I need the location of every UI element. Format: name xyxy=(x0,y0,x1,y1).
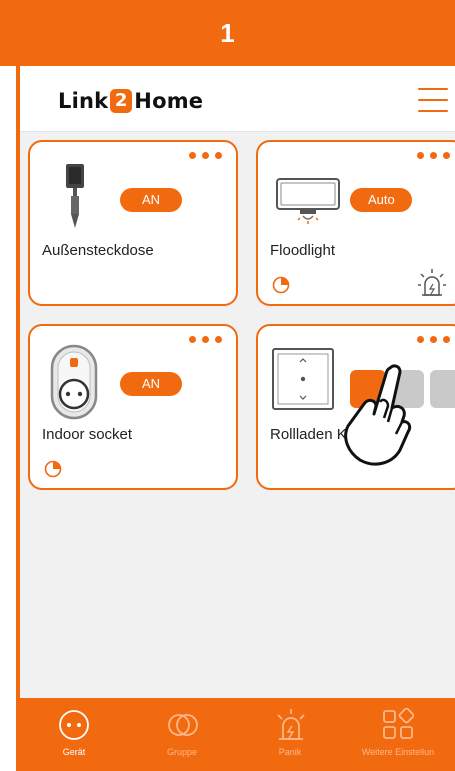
more-options-icon[interactable] xyxy=(417,336,450,343)
device-card-indoor-socket[interactable]: AN Indoor socket xyxy=(28,324,238,490)
logo-text-home: Home xyxy=(134,89,204,113)
indoor-socket-icon xyxy=(50,344,98,420)
tab-panik[interactable]: Panik xyxy=(236,698,344,771)
timer-icon[interactable] xyxy=(44,460,62,478)
more-options-icon[interactable] xyxy=(189,336,222,343)
device-card-floodlight[interactable]: Auto Floodlight xyxy=(256,140,455,306)
outdoor-socket-icon xyxy=(66,164,84,228)
device-name: Außensteckdose xyxy=(42,242,154,259)
timer-icon[interactable] xyxy=(272,276,290,294)
app-header: Link 2 Home xyxy=(20,66,455,132)
device-status-badge[interactable]: AN xyxy=(120,188,182,212)
tab-geraet[interactable]: Gerät xyxy=(20,698,128,771)
hamburger-menu-icon[interactable] xyxy=(418,88,448,112)
shutter-switch-icon xyxy=(272,348,334,410)
device-socket-icon xyxy=(59,710,89,740)
panic-siren-icon xyxy=(277,709,305,740)
logo-text-link: Link xyxy=(58,89,109,113)
app-logo: Link 2 Home xyxy=(58,86,203,116)
device-status-badge[interactable]: AN xyxy=(120,372,182,396)
alarm-siren-icon xyxy=(418,269,446,296)
tab-label: Gruppe xyxy=(166,747,198,757)
tab-label: Panik xyxy=(278,747,302,757)
tab-label: Gerät xyxy=(62,747,86,757)
logo-badge: 2 xyxy=(110,89,133,113)
tap-hand-icon xyxy=(344,364,412,466)
step-number: 1 xyxy=(220,17,235,48)
more-options-icon[interactable] xyxy=(417,152,450,159)
shutter-down-button[interactable] xyxy=(430,370,455,408)
step-banner: 1 xyxy=(0,0,455,66)
device-name: Floodlight xyxy=(270,242,336,259)
tab-label: Weitere Einstellun xyxy=(361,747,435,757)
settings-grid-icon xyxy=(383,708,414,739)
group-rings-icon xyxy=(168,714,198,736)
floodlight-icon xyxy=(276,178,340,224)
device-card-outdoor-socket[interactable]: AN Außensteckdose xyxy=(28,140,238,306)
more-options-icon[interactable] xyxy=(189,152,222,159)
tab-weitere-einstellungen[interactable]: Weitere Einstellun xyxy=(344,698,452,771)
tab-gruppe[interactable]: Gruppe xyxy=(128,698,236,771)
device-status-badge[interactable]: Auto xyxy=(350,188,412,212)
bottom-tab-bar: Gerät Gruppe Panik Weitere Einstellun xyxy=(20,698,455,771)
device-name: Indoor socket xyxy=(42,426,133,443)
